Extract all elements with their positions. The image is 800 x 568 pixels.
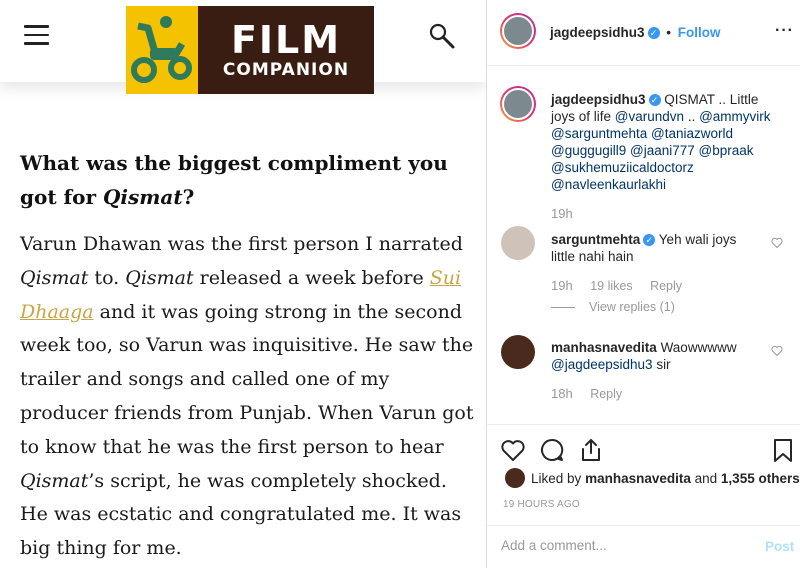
likes-user[interactable]: manhasnavedita bbox=[585, 471, 691, 486]
instagram-post-panel: jagdeepsidhu3 ✓ • Follow ··· jagdeepsidhu… bbox=[487, 0, 800, 568]
hamburger-menu-icon[interactable] bbox=[24, 25, 49, 45]
logo-wordmark: FILM COMPANION bbox=[198, 6, 374, 94]
post-timestamp[interactable]: 19 HOURS AGO bbox=[503, 499, 580, 510]
article-body: What was the biggest compliment you got … bbox=[20, 146, 480, 566]
avatar[interactable] bbox=[500, 86, 536, 122]
likes-and: and bbox=[694, 470, 718, 486]
verified-badge-icon: ✓ bbox=[648, 94, 661, 107]
avatar[interactable] bbox=[501, 335, 535, 369]
likes-summary: Liked by manhasnavedita and 1,355 others bbox=[505, 468, 800, 488]
view-replies-button[interactable]: View replies (1) bbox=[551, 300, 675, 314]
bookmark-icon[interactable] bbox=[770, 437, 796, 463]
comment-icon[interactable] bbox=[539, 437, 565, 463]
search-icon[interactable] bbox=[428, 22, 456, 50]
post-header: jagdeepsidhu3 ✓ • Follow ··· bbox=[487, 0, 800, 66]
post-caption: jagdeepsidhu3 ✓ QISMAT .. Little joys of … bbox=[551, 91, 783, 193]
comment: manhasnavedita Waowwwww @jagdeepsidhu3 s… bbox=[551, 339, 751, 373]
logo-film-text: FILM bbox=[230, 18, 342, 62]
film-companion-logo[interactable]: FILM COMPANION bbox=[126, 6, 374, 94]
add-comment-bar: Post bbox=[487, 525, 800, 568]
post-comment-button[interactable]: Post bbox=[765, 539, 794, 554]
avatar[interactable] bbox=[501, 226, 535, 260]
article-panel: FILM COMPANION What was the biggest comp… bbox=[0, 0, 486, 568]
username[interactable]: jagdeepsidhu3 bbox=[550, 25, 645, 40]
caption-time: 19h bbox=[551, 206, 573, 221]
like-comment-heart-icon[interactable] bbox=[771, 237, 783, 249]
likes-others[interactable]: 1,355 others bbox=[721, 471, 800, 486]
comment-username[interactable]: manhasnavedita bbox=[551, 340, 657, 355]
share-icon[interactable] bbox=[578, 437, 604, 463]
follow-button[interactable]: Follow bbox=[678, 25, 721, 40]
post-action-bar bbox=[487, 424, 800, 472]
verified-badge-icon: ✓ bbox=[643, 234, 656, 247]
avatar[interactable] bbox=[500, 13, 536, 49]
mention-links[interactable]: @sarguntmehta @taniazworld @guggugill9 @… bbox=[551, 126, 754, 192]
view-replies-label: View replies (1) bbox=[589, 300, 675, 314]
more-options-icon[interactable]: ··· bbox=[775, 22, 794, 40]
mention-link[interactable]: @jagdeepsidhu3 bbox=[551, 357, 653, 372]
caption-username[interactable]: jagdeepsidhu3 bbox=[551, 92, 646, 107]
interview-answer: Varun Dhawan was the first person I narr… bbox=[20, 233, 474, 560]
mention-link[interactable]: @ammyvirk bbox=[699, 109, 770, 124]
replies-line bbox=[551, 306, 575, 308]
comment-likes[interactable]: 19 likes bbox=[590, 279, 632, 293]
caption-text-mid: .. bbox=[687, 109, 696, 124]
comment-input[interactable] bbox=[501, 538, 751, 553]
interview-question: What was the biggest compliment you got … bbox=[20, 151, 448, 209]
comment-meta: 19h 19 likes Reply bbox=[551, 278, 696, 293]
comment-suffix: sir bbox=[656, 357, 671, 372]
site-header: FILM COMPANION bbox=[0, 0, 486, 94]
reply-button[interactable]: Reply bbox=[590, 387, 622, 401]
logo-companion-text: COMPANION bbox=[222, 60, 350, 80]
comment: sarguntmehta ✓ Yeh wali joys little nahi … bbox=[551, 231, 751, 265]
comment-time: 18h bbox=[551, 386, 573, 401]
header-userline: jagdeepsidhu3 ✓ • Follow bbox=[550, 25, 721, 40]
separator-dot: • bbox=[666, 25, 672, 40]
heart-icon[interactable] bbox=[500, 437, 526, 463]
avatar[interactable] bbox=[505, 468, 525, 488]
scooter-logo-icon bbox=[126, 6, 198, 94]
comment-time: 19h bbox=[551, 278, 573, 293]
reply-button[interactable]: Reply bbox=[650, 279, 682, 293]
like-comment-heart-icon[interactable] bbox=[771, 345, 783, 357]
comment-username[interactable]: sarguntmehta bbox=[551, 232, 640, 247]
likes-prefix: Liked by bbox=[531, 470, 582, 486]
mention-link[interactable]: @varundvn bbox=[615, 109, 684, 124]
comment-text: Waowwwww bbox=[660, 340, 737, 355]
verified-badge-icon: ✓ bbox=[647, 27, 660, 40]
comment-meta: 18h Reply bbox=[551, 386, 636, 401]
